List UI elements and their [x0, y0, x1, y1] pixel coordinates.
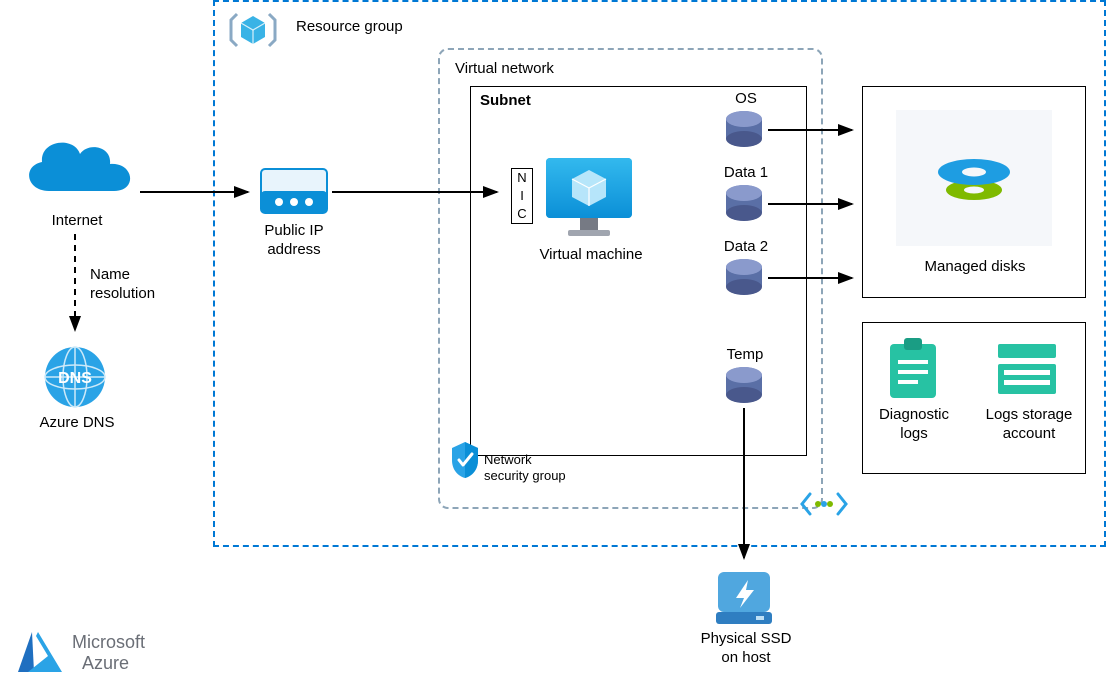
managed-disks-label: Managed disks	[910, 258, 1040, 277]
microsoft-azure-label: Microsoft Azure	[72, 632, 145, 673]
arrow-temp-to-ssd	[736, 408, 752, 570]
diagnostic-logs-label: Diagnostic logs	[872, 406, 956, 444]
ssd-line2: on host	[721, 649, 770, 666]
nsg-line1: Network	[484, 452, 532, 467]
virtual-network-label: Virtual network	[455, 60, 554, 79]
arrow-data2-to-md	[768, 270, 862, 286]
arrow-os-to-md	[768, 122, 862, 138]
public-ip-line2: address	[267, 241, 320, 258]
arrow-publicip-to-nic	[332, 184, 507, 200]
azure-dns-icon: DNS	[42, 344, 108, 410]
public-ip-label: Public IP address	[254, 222, 334, 260]
nic-box: N I C	[511, 168, 533, 224]
msazure-line1: Microsoft	[72, 632, 145, 652]
azure-dns-label: Azure DNS	[32, 414, 122, 433]
name-resolution-label: Name resolution	[90, 266, 155, 304]
managed-disks-icon	[928, 150, 1020, 210]
nic-n: N	[512, 169, 532, 187]
nsg-label: Network security group	[484, 452, 566, 485]
vnet-peering-icon	[800, 490, 848, 518]
arrow-internet-to-dns	[60, 234, 90, 344]
ssd-line1: Physical SSD	[701, 630, 792, 647]
resource-group-label: Resource group	[296, 18, 403, 37]
ls-line1: Logs storage	[986, 406, 1073, 423]
disk-os-label: OS	[726, 90, 766, 109]
disk-os-icon	[722, 110, 766, 150]
disk-temp-icon	[722, 366, 766, 406]
disk-data1-icon	[722, 184, 766, 224]
arrow-internet-to-publicip	[140, 184, 258, 200]
internet-label: Internet	[42, 212, 112, 231]
microsoft-azure-logo	[14, 626, 70, 678]
virtual-machine-label: Virtual machine	[528, 246, 654, 265]
ls-line2: account	[1003, 425, 1056, 442]
public-ip-line1: Public IP	[264, 222, 323, 239]
name-resolution-line2: resolution	[90, 285, 155, 302]
resource-group-icon	[225, 6, 281, 54]
internet-cloud-icon	[14, 126, 144, 211]
diag-line1: Diagnostic	[879, 406, 949, 423]
disk-data1-label: Data 1	[716, 164, 776, 183]
diag-line2: logs	[900, 425, 928, 442]
disk-temp-label: Temp	[720, 346, 770, 365]
svg-text:DNS: DNS	[58, 370, 92, 387]
virtual-machine-icon	[540, 154, 638, 244]
disk-data2-icon	[722, 258, 766, 298]
subnet-label: Subnet	[480, 92, 531, 109]
physical-ssd-icon	[712, 568, 776, 628]
nsg-line2: security group	[484, 468, 566, 483]
arrow-data1-to-md	[768, 196, 862, 212]
physical-ssd-label: Physical SSD on host	[698, 630, 794, 668]
diagnostic-logs-icon	[884, 336, 942, 402]
msazure-line2: Azure	[82, 653, 129, 673]
nsg-shield-icon	[448, 440, 482, 480]
nic-c: C	[512, 205, 532, 223]
logs-storage-icon	[994, 340, 1060, 398]
public-ip-icon	[259, 167, 329, 219]
logs-storage-label: Logs storage account	[980, 406, 1078, 444]
disk-data2-label: Data 2	[716, 238, 776, 257]
nic-i: I	[512, 187, 532, 205]
name-resolution-line1: Name	[90, 266, 130, 283]
